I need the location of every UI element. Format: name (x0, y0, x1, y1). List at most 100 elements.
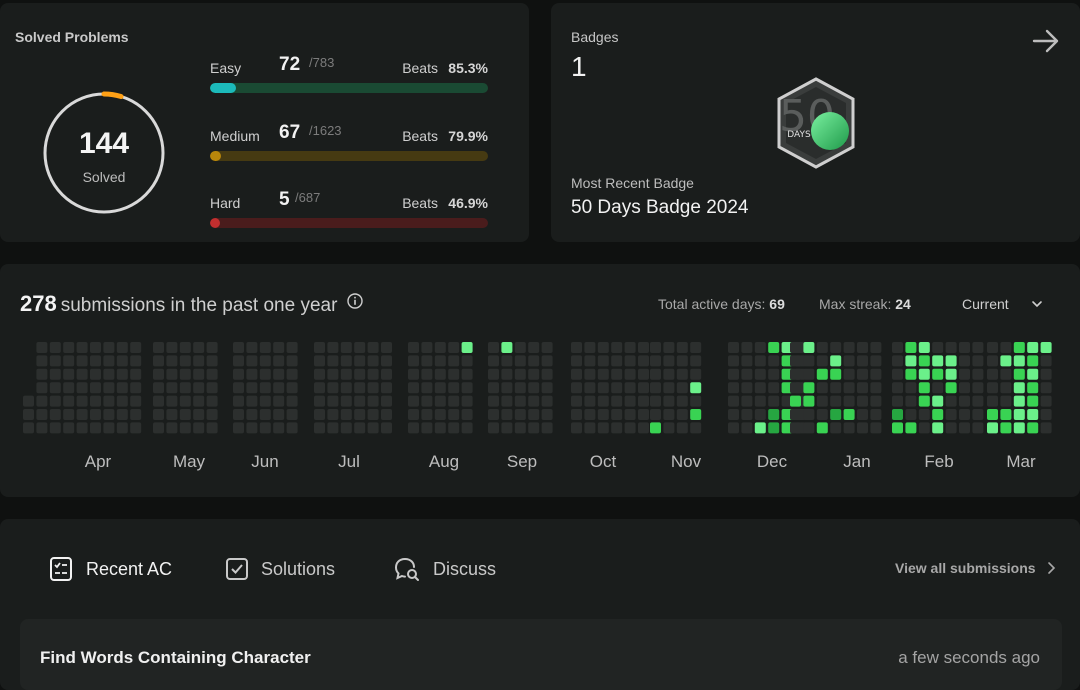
heatmap-cell[interactable] (286, 422, 298, 434)
heatmap-cell[interactable] (663, 422, 675, 434)
heatmap-cell[interactable] (166, 382, 178, 394)
heatmap-cell[interactable] (768, 382, 780, 394)
heatmap-cell[interactable] (408, 382, 419, 394)
heatmap-cell[interactable] (597, 355, 609, 367)
heatmap-cell[interactable] (381, 355, 392, 367)
heatmap-cell[interactable] (987, 368, 998, 380)
heatmap-cell[interactable] (461, 422, 473, 434)
heatmap-cell[interactable] (233, 409, 244, 420)
heatmap-cell[interactable] (193, 382, 205, 394)
heatmap-cell[interactable] (741, 395, 753, 407)
heatmap-cell[interactable] (166, 355, 178, 367)
heatmap-cell[interactable] (434, 395, 446, 407)
heatmap-cell[interactable] (959, 355, 970, 367)
heatmap-cell[interactable] (905, 395, 917, 407)
heatmap-cell[interactable] (1013, 422, 1025, 434)
tab-solutions[interactable]: Solutions (225, 555, 335, 583)
heatmap-cell[interactable] (584, 368, 596, 380)
heatmap-cell[interactable] (611, 368, 623, 380)
heatmap-cell[interactable] (741, 382, 753, 394)
heatmap-cell[interactable] (153, 395, 164, 407)
heatmap-cell[interactable] (638, 342, 649, 353)
heatmap-cell[interactable] (1027, 368, 1039, 380)
heatmap-cell[interactable] (103, 382, 115, 394)
heatmap-cell[interactable] (624, 342, 636, 353)
heatmap-cell[interactable] (340, 355, 352, 367)
heatmap-cell[interactable] (541, 422, 553, 434)
heatmap-cell[interactable] (488, 355, 499, 367)
heatmap-cell[interactable] (501, 355, 513, 367)
heatmap-cell[interactable] (945, 395, 957, 407)
solved-ring[interactable]: 144 Solved (40, 89, 168, 217)
heatmap-cell[interactable] (843, 382, 855, 394)
heatmap-cell[interactable] (728, 342, 739, 353)
heatmap-cell[interactable] (340, 382, 352, 394)
heatmap-cell[interactable] (116, 395, 128, 407)
heatmap-cell[interactable] (501, 409, 513, 420)
list-item[interactable]: Find Words Containing Character a few se… (20, 619, 1062, 690)
heatmap-cell[interactable] (501, 395, 513, 407)
heatmap-cell[interactable] (741, 422, 753, 434)
heatmap-cell[interactable] (327, 342, 339, 353)
heatmap-cell[interactable] (381, 382, 392, 394)
heatmap-cell[interactable] (206, 368, 218, 380)
heatmap-cell[interactable] (528, 342, 540, 353)
heatmap-cell[interactable] (36, 355, 48, 367)
heatmap-cell[interactable] (1040, 368, 1052, 380)
heatmap-cell[interactable] (153, 422, 164, 434)
heatmap-cell[interactable] (206, 422, 218, 434)
heatmap-cell[interactable] (448, 409, 460, 420)
heatmap-cell[interactable] (624, 409, 636, 420)
heatmap-cell[interactable] (193, 395, 205, 407)
heatmap-cell[interactable] (676, 382, 688, 394)
heatmap-cell[interactable] (421, 355, 433, 367)
heatmap-cell[interactable] (945, 342, 957, 353)
heatmap-cell[interactable] (528, 409, 540, 420)
heatmap-cell[interactable] (597, 395, 609, 407)
heatmap-cell[interactable] (541, 382, 553, 394)
heatmap-cell[interactable] (448, 355, 460, 367)
heatmap-cell[interactable] (528, 355, 540, 367)
heatmap-cell[interactable] (1000, 409, 1012, 420)
heatmap-cell[interactable] (541, 368, 553, 380)
heatmap-cell[interactable] (1000, 422, 1012, 434)
heatmap-cell[interactable] (116, 422, 128, 434)
heatmap-cell[interactable] (624, 382, 636, 394)
heatmap-cell[interactable] (63, 409, 75, 420)
heatmap-cell[interactable] (611, 342, 623, 353)
heatmap-cell[interactable] (624, 368, 636, 380)
heatmap-cell[interactable] (36, 395, 48, 407)
heatmap-cell[interactable] (354, 409, 366, 420)
heatmap-cell[interactable] (259, 395, 271, 407)
heatmap-cell[interactable] (638, 355, 649, 367)
heatmap-cell[interactable] (193, 342, 205, 353)
heatmap-cell[interactable] (166, 409, 178, 420)
heatmap-cell[interactable] (892, 422, 903, 434)
heatmap-cell[interactable] (1027, 409, 1039, 420)
heatmap-cell[interactable] (1000, 395, 1012, 407)
heatmap-cell[interactable] (676, 342, 688, 353)
heatmap-cell[interactable] (166, 368, 178, 380)
heatmap-cell[interactable] (116, 355, 128, 367)
heatmap-cell[interactable] (892, 382, 903, 394)
heatmap-cell[interactable] (892, 395, 903, 407)
heatmap-cell[interactable] (611, 355, 623, 367)
heatmap-cell[interactable] (870, 355, 882, 367)
heatmap-cell[interactable] (90, 342, 101, 353)
heatmap-cell[interactable] (193, 422, 205, 434)
heatmap-cell[interactable] (273, 422, 285, 434)
heatmap-cell[interactable] (193, 355, 205, 367)
heatmap-cell[interactable] (728, 355, 739, 367)
heatmap-cell[interactable] (76, 355, 88, 367)
heatmap-cell[interactable] (76, 422, 88, 434)
heatmap-cell[interactable] (130, 382, 142, 394)
heatmap-cell[interactable] (663, 382, 675, 394)
heatmap-cell[interactable] (116, 382, 128, 394)
heatmap-cell[interactable] (63, 355, 75, 367)
heatmap-cell[interactable] (843, 395, 855, 407)
heatmap-cell[interactable] (206, 342, 218, 353)
heatmap-cell[interactable] (367, 355, 379, 367)
heatmap-cell[interactable] (803, 342, 815, 353)
heatmap-cell[interactable] (354, 355, 366, 367)
heatmap-cell[interactable] (327, 355, 339, 367)
